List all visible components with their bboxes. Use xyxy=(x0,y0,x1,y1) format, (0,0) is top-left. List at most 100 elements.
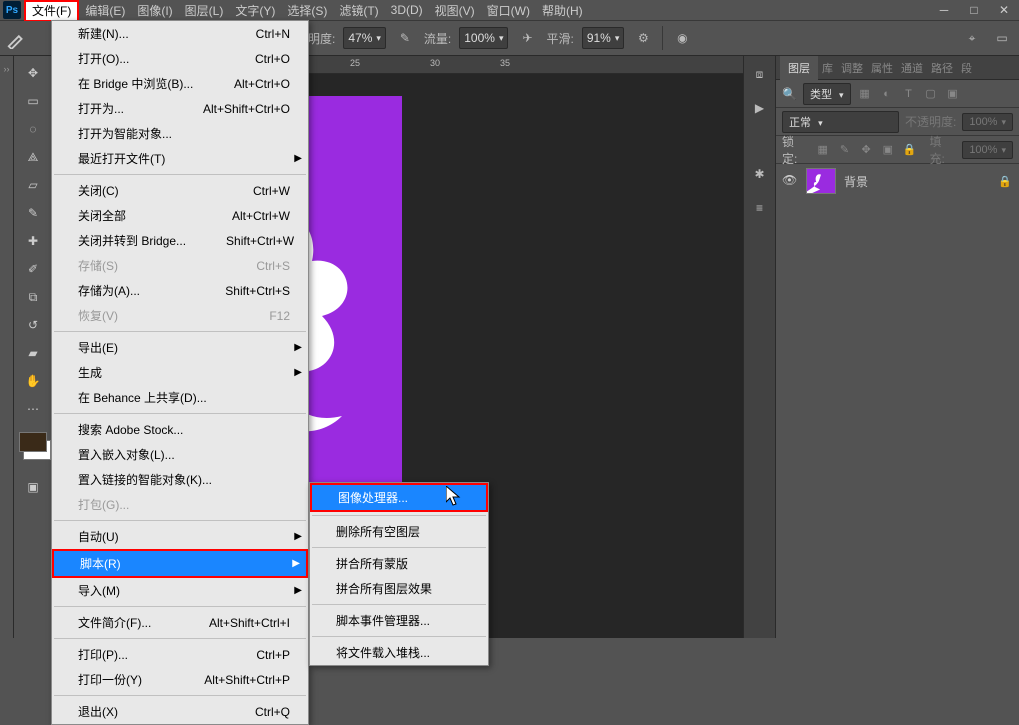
window-maximize[interactable]: □ xyxy=(959,0,989,20)
tab-actions[interactable]: 段 xyxy=(957,56,976,80)
menu-layer[interactable]: 图层(L) xyxy=(179,0,230,21)
menu-file-export[interactable]: 导出(E)▶ xyxy=(52,335,308,360)
menu-file-close-bridge[interactable]: 关闭并转到 Bridge...Shift+Ctrl+W xyxy=(52,228,308,253)
pressure-size-icon[interactable]: ◉ xyxy=(671,27,693,49)
fill-label: 填充: xyxy=(929,133,956,167)
lock-brush-icon[interactable]: ✎ xyxy=(837,142,853,158)
menu-3d[interactable]: 3D(D) xyxy=(385,1,429,19)
filter-smart-icon[interactable]: ▣ xyxy=(945,86,961,102)
menu-file-printone[interactable]: 打印一份(Y)Alt+Shift+Ctrl+P xyxy=(52,667,308,692)
blend-mode-select[interactable]: 正常 ▾ xyxy=(782,111,899,133)
menu-script-image-processor[interactable]: 图像处理器... xyxy=(312,485,486,510)
layer-row-background[interactable]: 👁 背景 🔒 xyxy=(776,164,1019,198)
menu-script-delete-empty[interactable]: 删除所有空图层 xyxy=(310,519,488,544)
brush-tool[interactable]: ✐ xyxy=(18,256,48,282)
lock-pixels-icon[interactable]: ▦ xyxy=(815,142,831,158)
menu-image[interactable]: 图像(I) xyxy=(131,0,178,21)
menu-file-place-embed[interactable]: 置入嵌入对象(L)... xyxy=(52,442,308,467)
tool-preset-icon[interactable] xyxy=(6,27,28,49)
crop-tool[interactable]: ⟁ xyxy=(18,144,48,170)
filter-adjust-icon[interactable]: ◐ xyxy=(879,86,895,102)
menu-file-fileinfo[interactable]: 文件简介(F)...Alt+Shift+Ctrl+I xyxy=(52,610,308,635)
menu-file-import[interactable]: 导入(M)▶ xyxy=(52,578,308,603)
menu-file-closeall[interactable]: 关闭全部Alt+Ctrl+W xyxy=(52,203,308,228)
tab-paths[interactable]: 路径 xyxy=(927,56,957,80)
lasso-tool[interactable]: ◌ xyxy=(18,116,48,142)
menu-window[interactable]: 窗口(W) xyxy=(481,0,536,21)
eyedropper-tool[interactable]: ✎ xyxy=(18,200,48,226)
menu-script-flatten-fx[interactable]: 拼合所有图层效果 xyxy=(310,576,488,601)
filter-shape-icon[interactable]: ▢ xyxy=(923,86,939,102)
swatch-icon[interactable]: ✱ xyxy=(750,164,770,184)
menu-file-openas[interactable]: 打开为...Alt+Shift+Ctrl+O xyxy=(52,96,308,121)
menu-file-print[interactable]: 打印(P)...Ctrl+P xyxy=(52,642,308,667)
menu-file-saveas[interactable]: 存储为(A)...Shift+Ctrl+S xyxy=(52,278,308,303)
fill-field[interactable]: 100%▾ xyxy=(962,141,1013,159)
menu-file-stock[interactable]: 搜索 Adobe Stock... xyxy=(52,417,308,442)
menu-script-flatten-masks[interactable]: 拼合所有蒙版 xyxy=(310,551,488,576)
layer-thumbnail[interactable] xyxy=(806,168,836,194)
heal-tool[interactable]: ✚ xyxy=(18,228,48,254)
menu-file-open-smartobj[interactable]: 打开为智能对象... xyxy=(52,121,308,146)
menu-file-exit[interactable]: 退出(X)Ctrl+Q xyxy=(52,699,308,724)
airbrush-icon[interactable]: ✈ xyxy=(516,27,538,49)
layer-opacity-field[interactable]: 100%▾ xyxy=(962,113,1013,131)
lock-all-icon[interactable]: 🔒 xyxy=(902,142,918,158)
menu-file-recent[interactable]: 最近打开文件(T)▶ xyxy=(52,146,308,171)
menu-script-load-stack[interactable]: 将文件载入堆栈... xyxy=(310,640,488,665)
menu-edit[interactable]: 编辑(E) xyxy=(79,0,131,21)
menu-file-browse[interactable]: 在 Bridge 中浏览(B)...Alt+Ctrl+O xyxy=(52,71,308,96)
menu-view[interactable]: 视图(V) xyxy=(429,0,481,21)
quickmask-toggle[interactable]: ▣ xyxy=(18,474,48,500)
tab-libraries[interactable]: 库 xyxy=(818,56,837,80)
play-icon[interactable]: ▶ xyxy=(750,98,770,118)
menu-select[interactable]: 选择(S) xyxy=(281,0,333,21)
window-minimize[interactable]: ─ xyxy=(929,0,959,20)
collapse-strip[interactable]: ›› xyxy=(0,56,14,638)
palette-icon[interactable]: ▭ xyxy=(991,27,1013,49)
tab-layers[interactable]: 图层 xyxy=(780,56,818,80)
menu-file-automate[interactable]: 自动(U)▶ xyxy=(52,524,308,549)
history-brush-tool[interactable]: ↺ xyxy=(18,312,48,338)
adjust-icon[interactable]: ≡ xyxy=(750,198,770,218)
foreground-color[interactable] xyxy=(19,432,47,452)
menu-script-event-manager[interactable]: 脚本事件管理器... xyxy=(310,608,488,633)
move-tool[interactable]: ✥ xyxy=(18,60,48,86)
more-tools[interactable]: ⋯ xyxy=(18,396,48,422)
opacity-field[interactable]: 47%▾ xyxy=(343,27,386,49)
symmetry-icon[interactable]: ⌖ xyxy=(961,27,983,49)
menu-file-generate[interactable]: 生成▶ xyxy=(52,360,308,385)
flow-field[interactable]: 100%▾ xyxy=(459,27,508,49)
tab-properties[interactable]: 属性 xyxy=(867,56,897,80)
layer-filter-type[interactable]: 类型 ▾ xyxy=(803,83,851,105)
pressure-opacity-icon[interactable]: ✎ xyxy=(394,27,416,49)
lock-artboard-icon[interactable]: ▣ xyxy=(880,142,896,158)
stamp-tool[interactable]: ⧉ xyxy=(18,284,48,310)
filter-pixel-icon[interactable]: ▦ xyxy=(857,86,873,102)
menu-filter[interactable]: 滤镜(T) xyxy=(333,0,384,21)
smooth-field[interactable]: 91%▾ xyxy=(582,27,625,49)
menu-file-scripts[interactable]: 脚本(R)▶ xyxy=(54,551,306,576)
menu-file[interactable]: 文件(F) xyxy=(26,2,77,20)
lock-position-icon[interactable]: ✥ xyxy=(858,142,874,158)
menu-file-new[interactable]: 新建(N)...Ctrl+N xyxy=(52,21,308,46)
menu-file-close[interactable]: 关闭(C)Ctrl+W xyxy=(52,178,308,203)
menu-file-place-link[interactable]: 置入链接的智能对象(K)... xyxy=(52,467,308,492)
eraser-tool[interactable]: ▰ xyxy=(18,340,48,366)
history-icon[interactable]: ⧈ xyxy=(750,64,770,84)
lock-icon: 🔒 xyxy=(997,173,1013,189)
hand-tool[interactable]: ✋ xyxy=(18,368,48,394)
window-close[interactable]: ✕ xyxy=(989,0,1019,20)
menu-type[interactable]: 文字(Y) xyxy=(229,0,281,21)
menu-file-open[interactable]: 打开(O)...Ctrl+O xyxy=(52,46,308,71)
tab-adjustments[interactable]: 调整 xyxy=(837,56,867,80)
filter-type-icon[interactable]: T xyxy=(901,86,917,102)
tab-channels[interactable]: 通道 xyxy=(897,56,927,80)
menu-help[interactable]: 帮助(H) xyxy=(536,0,589,21)
flow-label: 流量: xyxy=(424,30,451,47)
marquee-tool[interactable]: ▭ xyxy=(18,88,48,114)
visibility-icon[interactable]: 👁 xyxy=(782,173,798,189)
menu-file-behance[interactable]: 在 Behance 上共享(D)... xyxy=(52,385,308,410)
gear-icon[interactable]: ⚙ xyxy=(632,27,654,49)
frame-tool[interactable]: ▱ xyxy=(18,172,48,198)
